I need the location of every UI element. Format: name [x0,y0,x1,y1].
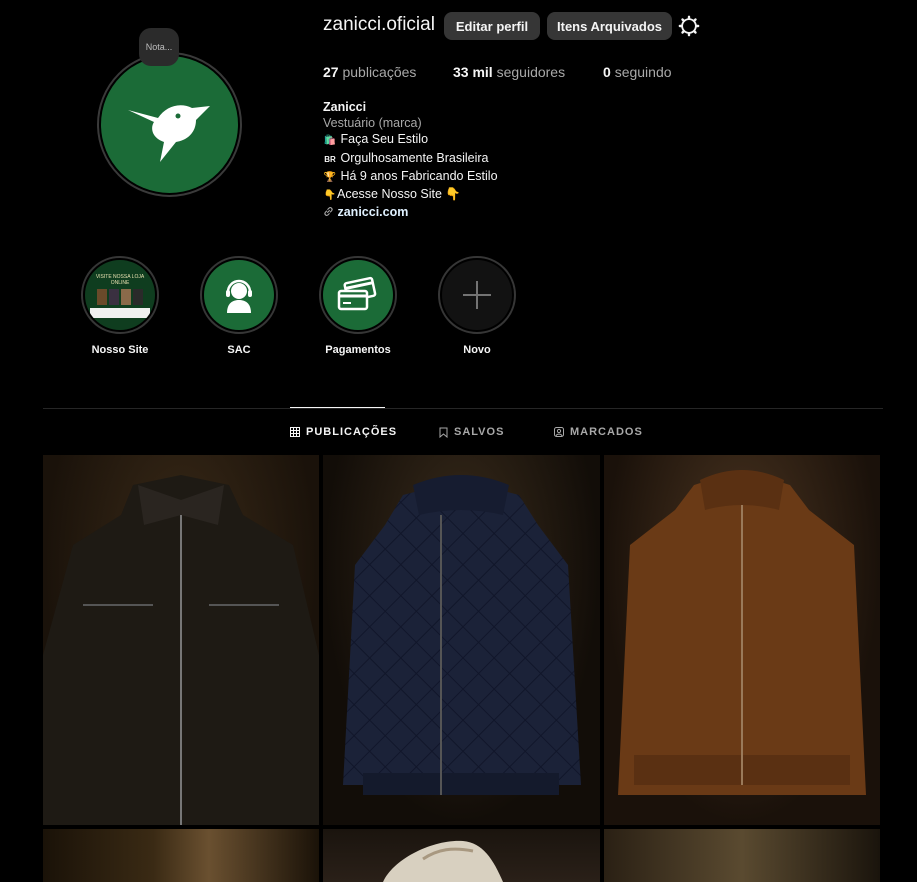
highlight-nosso-site[interactable]: VISITE NOSSA LOJA ONLINE Nosso Site [81,256,159,356]
tagged-icon [554,427,564,437]
post-thumbnail[interactable] [604,829,880,882]
tabs-divider [43,408,883,409]
post-thumbnail[interactable] [43,829,319,882]
highlight-thumb-text: VISITE NOSSA LOJA ONLINE [95,274,145,286]
note-bubble[interactable]: Nota... [139,28,179,66]
edit-profile-button[interactable]: Editar perfil [444,12,540,40]
highlight-label: Novo [463,344,491,356]
profile-avatar[interactable] [97,52,242,197]
bio-line: 🛍️ Faça Seu Estilo [323,131,498,149]
highlight-label: SAC [227,344,251,356]
highlight-pagamentos[interactable]: Pagamentos [319,256,397,356]
highlight-sac[interactable]: SAC [200,256,278,356]
archived-items-button[interactable]: Itens Arquivados [547,12,672,40]
tab-publicacoes[interactable]: PUBLICAÇÕES [290,426,397,438]
profile-username: zanicci.oficial [323,14,435,35]
credit-cards-icon [337,276,377,311]
post-thumbnail[interactable] [323,829,600,882]
post-thumbnail[interactable] [604,455,880,825]
post-thumbnail[interactable] [323,455,600,825]
tab-marcados[interactable]: MARCADOS [554,426,643,438]
tab-salvos[interactable]: SALVOS [439,426,504,438]
shopping-bags-icon: 🛍️ [323,135,337,147]
headset-support-icon [226,279,252,313]
leather-jacket-image [43,475,319,825]
bio-line: 🏆 Há 9 anos Fabricando Estilo [323,168,498,186]
pointing-down-icon: 👇 [323,190,337,202]
brown-suede-jacket-image [618,470,866,795]
grid-icon [290,427,300,437]
highlight-label: Pagamentos [325,344,391,356]
highlight-label: Nosso Site [91,344,149,356]
followers-count[interactable]: 33 mil seguidores [453,64,565,80]
link-icon [324,207,333,217]
sneaker-image [383,840,503,882]
profile-bio: Zanicci Vestuário (marca) 🛍️ Faça Seu Es… [323,99,498,220]
trophy-icon: 🏆 [323,171,337,183]
bio-link[interactable]: zanicci.com [323,204,498,220]
post-thumbnail[interactable] [43,455,319,825]
profile-category: Vestuário (marca) [323,116,422,131]
plus-icon [463,281,491,309]
quilted-navy-jacket-image [343,475,581,795]
gear-icon[interactable] [678,15,700,37]
bio-line: 👇Acesse Nosso Site 👇 [323,186,498,204]
active-tab-indicator [290,407,385,408]
brand-logo [101,56,238,193]
hummingbird-logo-icon [127,104,210,162]
posts-count: 27 publicações [323,64,417,80]
brazil-flag-icon: BR [324,154,336,164]
bookmark-icon [439,427,448,438]
profile-name: Zanicci [323,100,367,114]
highlight-new[interactable]: Novo [438,256,516,356]
following-count[interactable]: 0 seguindo [603,64,672,80]
bio-line: BR Orgulhosamente Brasileira [323,150,498,168]
